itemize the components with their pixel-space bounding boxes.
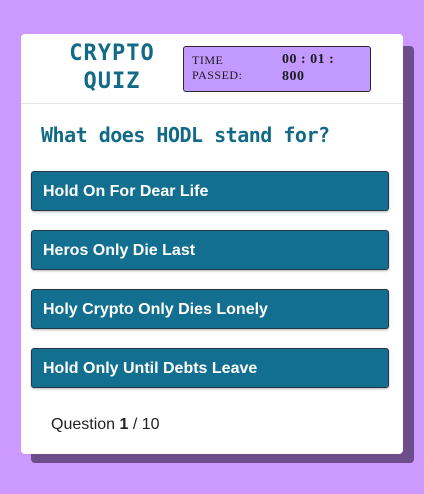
app-title-line-1: CRYPTO: [69, 41, 155, 66]
question-counter: Question 1 / 10: [51, 416, 160, 434]
answer-button-2[interactable]: Heros Only Die Last: [31, 230, 389, 270]
timer-panel: TIME PASSED: 00 : 01 : 800: [183, 46, 371, 92]
app-title-line-2: QUIZ: [83, 69, 141, 94]
timer-value-line-2: 800: [282, 69, 305, 84]
quiz-card: CRYPTO QUIZ TIME PASSED: 00 : 01 : 800 W…: [21, 34, 403, 454]
timer-label-line-2: PASSED:: [192, 68, 243, 82]
timer-value: 00 : 01 : 800: [282, 51, 362, 85]
quiz-header: CRYPTO QUIZ TIME PASSED: 00 : 01 : 800: [21, 34, 403, 104]
total-questions: 10: [141, 416, 160, 433]
question-text: What does HODL stand for?: [41, 123, 330, 147]
timer-label: TIME PASSED:: [192, 53, 262, 83]
counter-prefix: Question: [51, 416, 116, 433]
app-title: CRYPTO QUIZ: [59, 40, 165, 96]
answer-button-3[interactable]: Holy Crypto Only Dies Lonely: [31, 289, 389, 329]
answer-button-4[interactable]: Hold Only Until Debts Leave: [31, 348, 389, 388]
timer-value-line-1: 00 : 01 :: [282, 52, 335, 67]
current-question-number: 1: [119, 416, 129, 433]
counter-separator: /: [132, 416, 138, 433]
answer-button-1[interactable]: Hold On For Dear Life: [31, 171, 389, 211]
timer-label-line-1: TIME: [192, 53, 224, 67]
